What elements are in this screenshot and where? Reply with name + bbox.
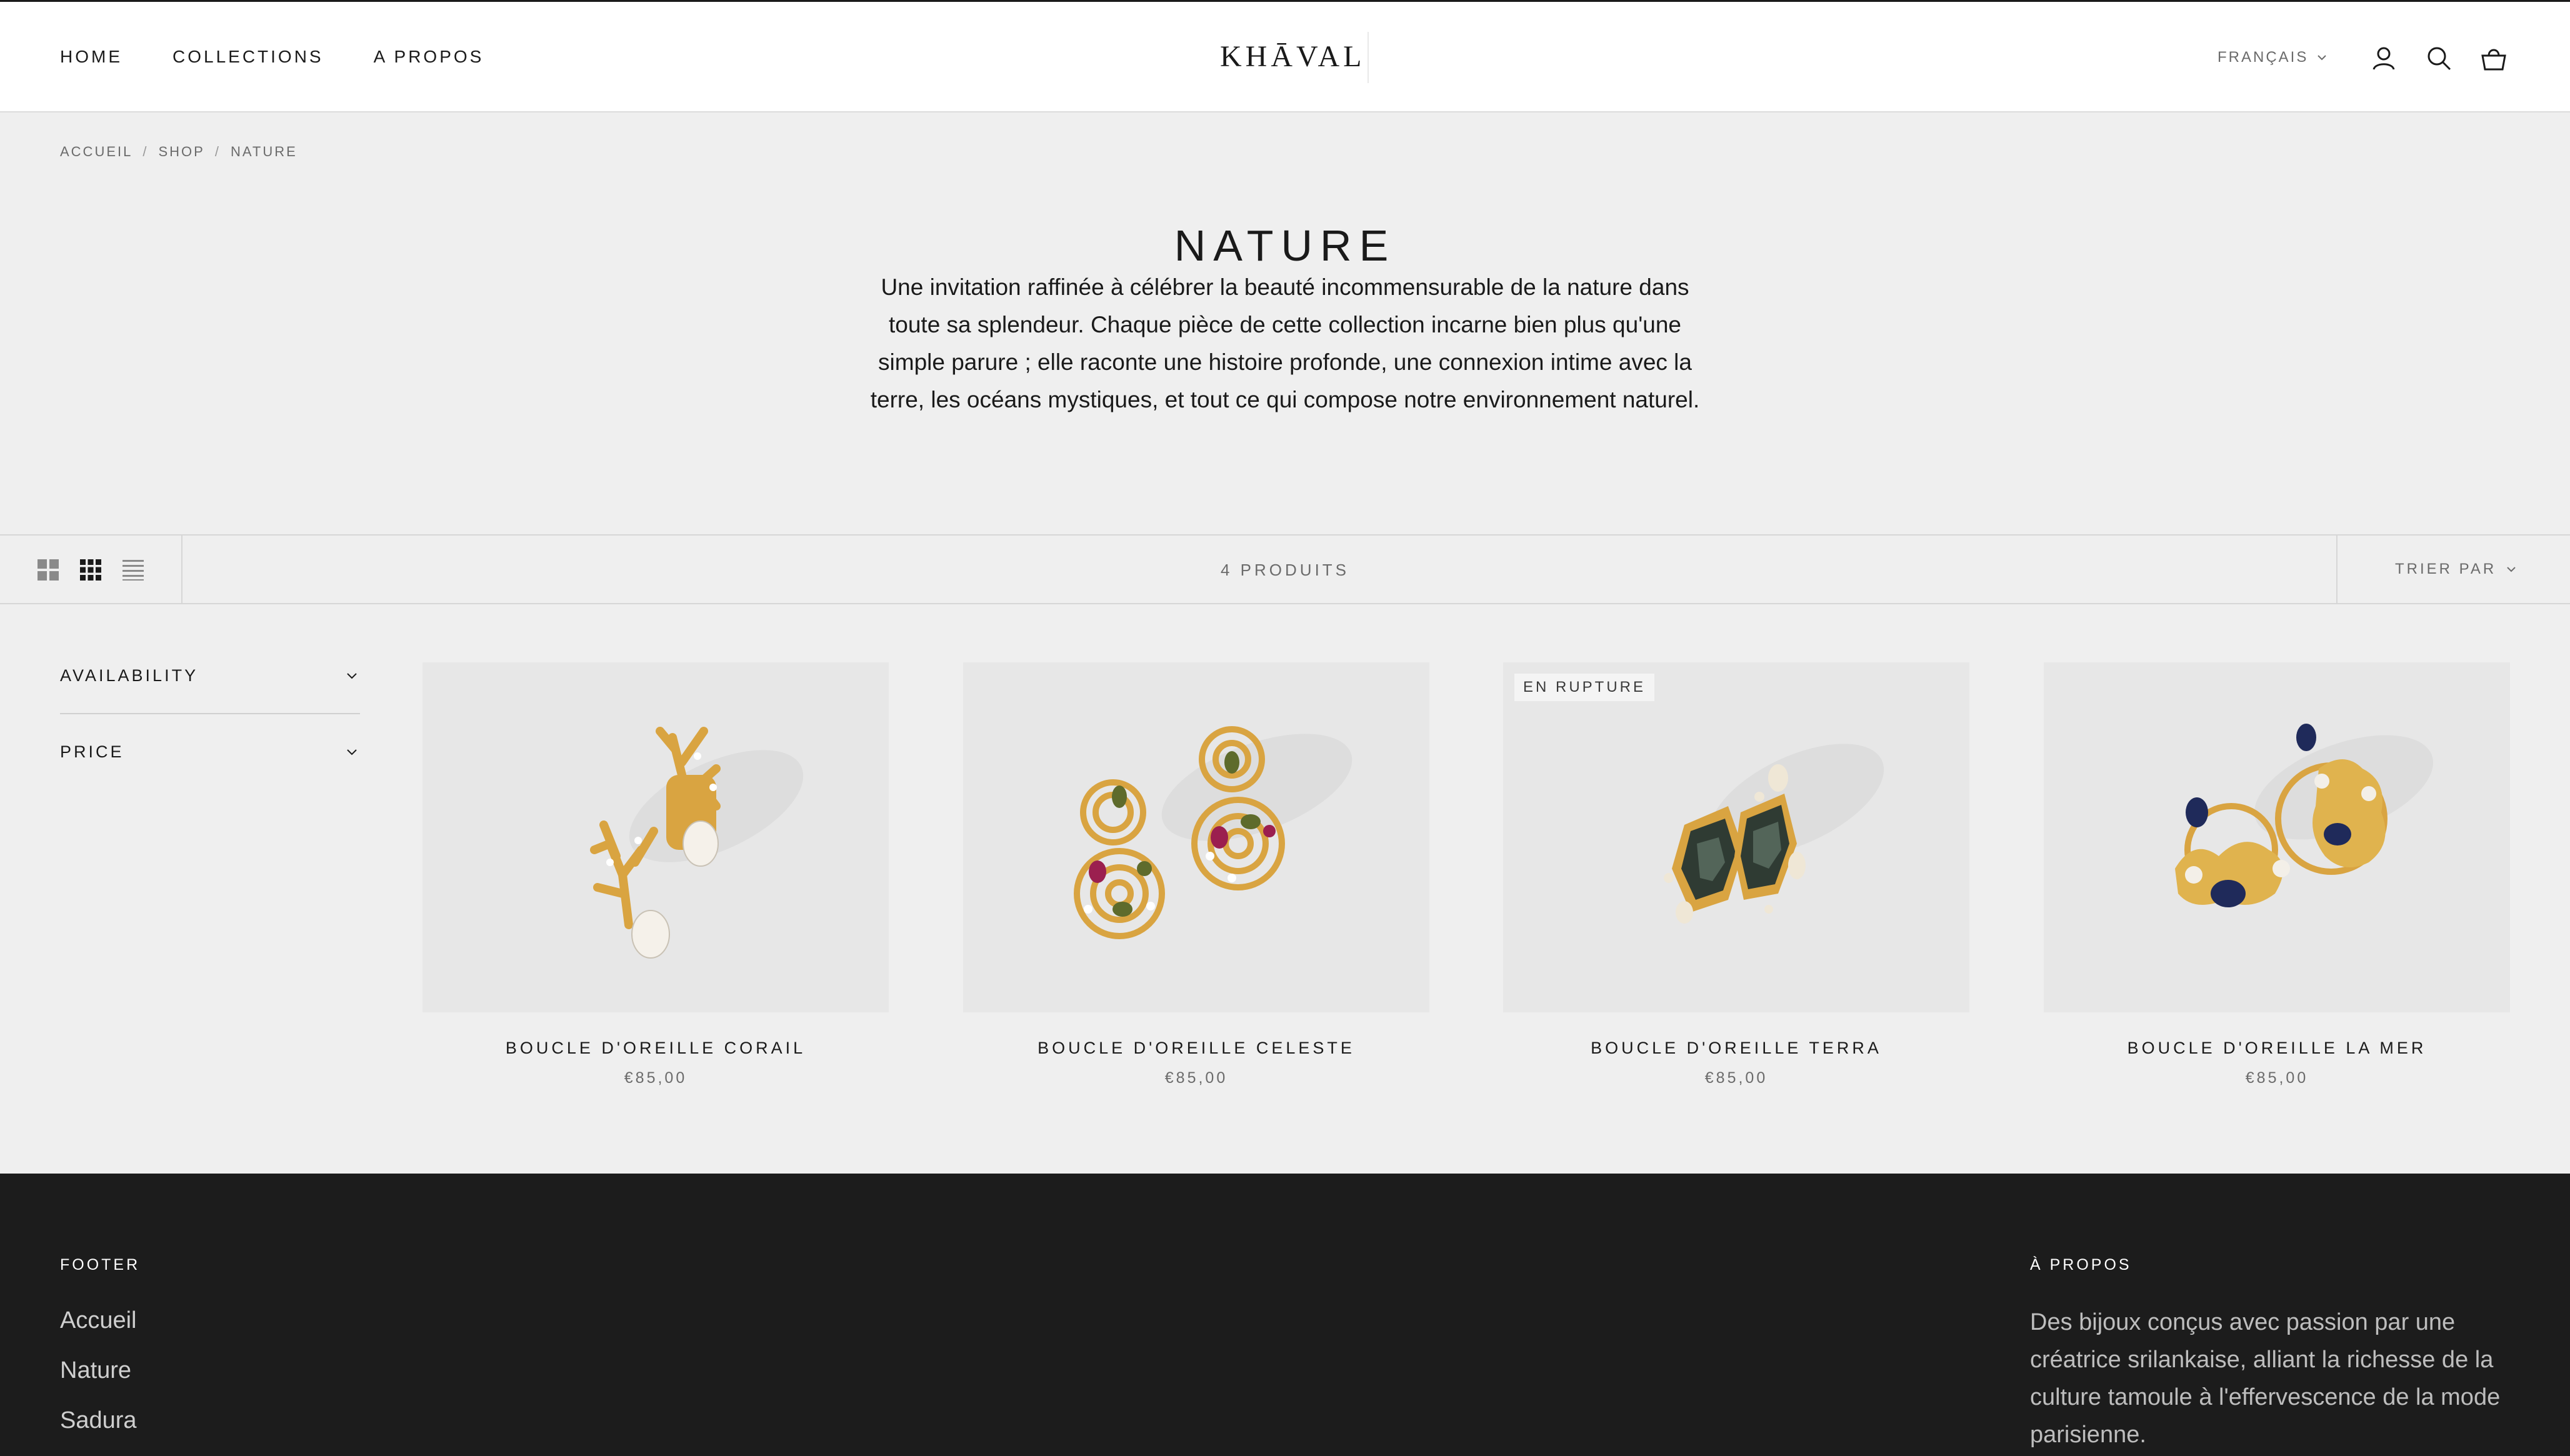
bag-icon[interactable] [2479, 43, 2509, 73]
product-price: €85,00 [624, 1069, 688, 1087]
earring-image-la-mer [2175, 724, 2433, 907]
product-card[interactable]: BOUCLE D'OREILLE CORAIL €85,00 [422, 662, 889, 1087]
site-header: HOME COLLECTIONS A PROPOS KHĀVAL FRANÇAI… [0, 0, 2570, 112]
collection-description: Une invitation raffinée à célébrer la be… [870, 274, 1700, 412]
chevron-down-icon [2507, 567, 2516, 572]
breadcrumb-separator: / [214, 144, 221, 159]
filter-price-label: PRICE [60, 742, 124, 761]
chevron-down-icon [2318, 55, 2327, 61]
breadcrumb-shop[interactable]: SHOP [158, 144, 204, 160]
filter-availability[interactable]: AVAILABILITY [60, 666, 360, 742]
nav-collections[interactable]: COLLECTIONS [172, 47, 324, 67]
footer-menu-heading: FOOTER [60, 1256, 141, 1274]
filter-price[interactable]: PRICE [60, 742, 360, 819]
product-card[interactable]: EN RUPTURE BOUCLE D'OREILLE TERRA €85,00 [1503, 662, 1969, 1087]
page-title: NATURE [1174, 221, 1396, 270]
sort-label: TRIER PAR [2395, 561, 2497, 577]
product-price: €85,00 [2245, 1069, 2309, 1087]
brand-logo[interactable]: KHĀVAL [1220, 39, 1365, 74]
earring-image-corail [590, 727, 804, 959]
product-image[interactable]: EN RUPTURE [1503, 662, 1969, 1012]
footer-link-accueil[interactable]: Accueil [60, 1307, 137, 1334]
footer-link-nature[interactable]: Nature [60, 1357, 131, 1384]
user-icon[interactable] [2369, 43, 2399, 73]
main-nav: HOME COLLECTIONS A PROPOS [60, 47, 484, 67]
product-count: 4 PRODUITS [1220, 561, 1350, 579]
earring-image-terra [1664, 744, 1884, 924]
filter-availability-label: AVAILABILITY [60, 666, 199, 685]
product-price: €85,00 [1704, 1069, 1768, 1087]
product-name[interactable]: BOUCLE D'OREILLE CELESTE [963, 1039, 1429, 1058]
filter-divider [60, 713, 360, 714]
earring-image-celeste [1074, 726, 1352, 939]
logo-divider [1368, 32, 1369, 83]
product-name[interactable]: BOUCLE D'OREILLE TERRA [1503, 1039, 1969, 1058]
product-card[interactable]: BOUCLE D'OREILLE CELESTE €85,00 [963, 662, 1429, 1087]
footer-about-heading: À PROPOS [2030, 1256, 2132, 1274]
chevron-down-icon [347, 749, 357, 755]
breadcrumb: ACCUEIL / SHOP / NATURE [60, 144, 298, 160]
product-image[interactable] [422, 662, 889, 1012]
footer-link-sadura[interactable]: Sadura [60, 1407, 137, 1434]
search-icon[interactable] [2424, 43, 2454, 73]
nav-a-propos[interactable]: A PROPOS [374, 47, 484, 67]
language-label: FRANÇAIS [2218, 49, 2309, 66]
language-selector[interactable]: FRANÇAIS [2218, 49, 2328, 66]
breadcrumb-accueil[interactable]: ACCUEIL [60, 144, 132, 160]
product-price: €85,00 [1164, 1069, 1228, 1087]
breadcrumb-nature: NATURE [230, 144, 298, 159]
sort-dropdown[interactable]: TRIER PAR [2336, 536, 2570, 603]
footer-about-text: Des bijoux conçus avec passion par une c… [2030, 1309, 2501, 1448]
chevron-down-icon [347, 673, 357, 679]
product-image[interactable] [963, 662, 1429, 1012]
product-name[interactable]: BOUCLE D'OREILLE LA MER [2044, 1039, 2510, 1058]
breadcrumb-separator: / [142, 144, 149, 159]
product-card[interactable]: BOUCLE D'OREILLE LA MER €85,00 [2044, 662, 2510, 1087]
product-image[interactable] [2044, 662, 2510, 1012]
nav-home[interactable]: HOME [60, 47, 122, 67]
product-name[interactable]: BOUCLE D'OREILLE CORAIL [422, 1039, 889, 1058]
sold-out-badge: EN RUPTURE [1514, 674, 1655, 701]
product-toolbar: 4 PRODUITS TRIER PAR [0, 534, 2570, 604]
